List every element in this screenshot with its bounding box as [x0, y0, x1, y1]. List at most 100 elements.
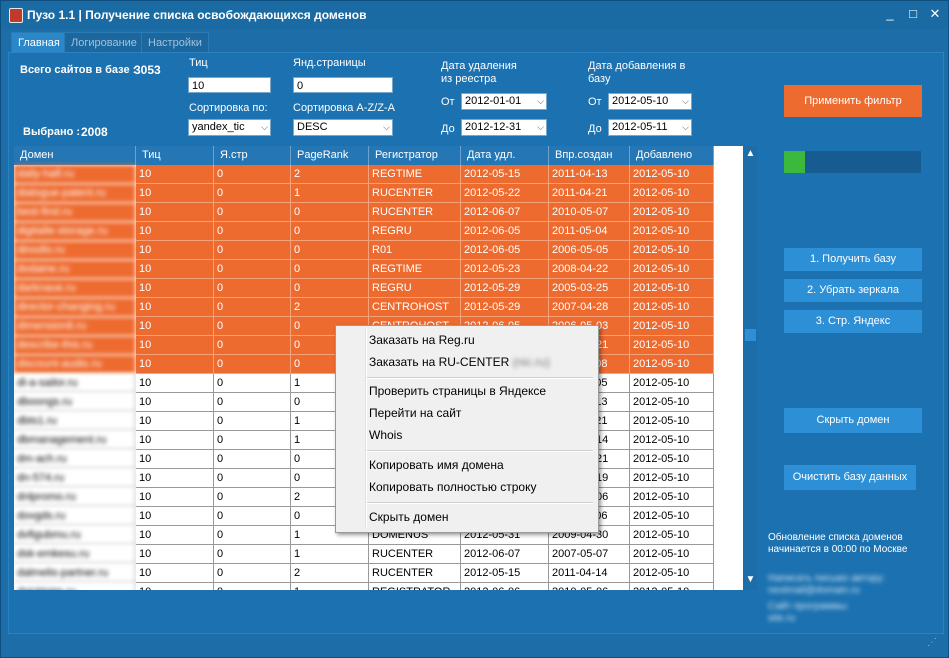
cell-domain: best-find.ru — [14, 203, 136, 222]
table-row[interactable]: director-changing.ru 10 0 2 CENTROHOST 2012-0… — [14, 298, 714, 317]
tab-main[interactable]: Главная — [11, 32, 67, 53]
window-title: Пузо 1.1 | Получение списка освобождающи… — [27, 8, 367, 22]
menu-item-check-yandex[interactable]: Проверить страницы в Яндексе — [336, 380, 596, 402]
remove-mirrors-button[interactable]: 2. Убрать зеркала — [784, 279, 922, 302]
cell-added: 2012-05-10 — [630, 298, 714, 317]
menu-item-hide-domain[interactable]: Скрыть домен — [336, 506, 596, 528]
add-from-date[interactable]: 2012-05-10 ⌵ — [608, 93, 692, 110]
maximize-button[interactable]: □ — [903, 5, 923, 23]
cell-tic: 10 — [136, 507, 214, 526]
cell-tic: 10 — [136, 184, 214, 203]
cell-yandex-pages: 0 — [214, 431, 291, 450]
menu-item-order-rucenter[interactable]: Заказать на RU-CENTER (nic.ru) — [336, 351, 596, 373]
delete-from-date[interactable]: 2012-01-01 ⌵ — [461, 93, 547, 110]
cell-added: 2012-05-10 — [630, 450, 714, 469]
table-row[interactable]: dialogue-patent.ru 10 0 1 RUCENTER 2012-05-22… — [14, 184, 714, 203]
menu-item-suffix: (nic.ru) — [512, 355, 550, 369]
resize-grip-icon[interactable]: ⋰ — [927, 637, 939, 649]
column-header-tic[interactable]: Тиц — [136, 146, 214, 165]
cell-registrar: RUCENTER — [369, 184, 461, 203]
cell-pagerank: 0 — [291, 279, 369, 298]
table-row[interactable]: dalmelis-partner.ru 10 0 2 RUCENTER 2012-05-1… — [14, 564, 714, 583]
table-row[interactable]: dinodis.ru 10 0 0 R01 2012-06-05 2006-05-05 201… — [14, 241, 714, 260]
sort-direction-label: Сортировка A-Z/Z-A — [293, 102, 395, 114]
menu-item-open-site[interactable]: Перейти на сайт — [336, 402, 596, 424]
menu-item-order-regru[interactable]: Заказать на Reg.ru — [336, 329, 596, 351]
cell-added: 2012-05-10 — [630, 583, 714, 590]
context-menu: Заказать на Reg.ru Заказать на RU-CENTER… — [335, 325, 599, 533]
cell-delete-date: 2012-06-05 — [461, 222, 549, 241]
menu-item-copy-row[interactable]: Копировать полностью строку — [336, 476, 596, 498]
cell-created: 2010-05-07 — [549, 203, 630, 222]
app-icon — [9, 8, 23, 23]
clear-database-button[interactable]: Очистить базу данных — [784, 465, 916, 490]
yandex-pages-input[interactable]: 0 — [293, 77, 393, 93]
contact-email-link[interactable]: nextmail@domain.ru — [768, 585, 860, 596]
column-header-domain[interactable]: Домен — [14, 146, 136, 165]
table-row[interactable]: dsk-emkesu.ru 10 0 1 RUCENTER 2012-06-07 2007-… — [14, 545, 714, 564]
cell-domain: dodaine.ru — [14, 260, 136, 279]
cell-added: 2012-05-10 — [630, 222, 714, 241]
cell-yandex-pages: 0 — [214, 583, 291, 590]
table-row[interactable]: digitalle-storage.ru 10 0 0 REGRU 2012-06-05 2… — [14, 222, 714, 241]
column-header-created[interactable]: Впр.создан — [549, 146, 630, 165]
column-header-pagerank[interactable]: PageRank — [291, 146, 369, 165]
tic-input[interactable]: 10 — [188, 77, 271, 93]
column-header-added[interactable]: Добавлено — [630, 146, 714, 165]
column-header-delete-date[interactable]: Дата удл. — [461, 146, 549, 165]
apply-filter-button[interactable]: Применить фильтр — [784, 85, 922, 117]
table-row[interactable]: daily-half.ru 10 0 2 REGTIME 2012-05-15 2011-0… — [14, 165, 714, 184]
cell-created: 2007-04-28 — [549, 298, 630, 317]
yandex-pages-button[interactable]: 3. Стр. Яндекс — [784, 310, 922, 333]
cell-pagerank: 1 — [291, 583, 369, 590]
table-row[interactable]: best-find.ru 10 0 0 RUCENTER 2012-06-07 2010-0… — [14, 203, 714, 222]
scrollbar-thumb[interactable] — [745, 329, 756, 341]
cell-added: 2012-05-10 — [630, 184, 714, 203]
cell-added: 2012-05-10 — [630, 374, 714, 393]
total-sites-value: 3053 — [134, 63, 161, 77]
column-header-registrar[interactable]: Регистратор — [369, 146, 461, 165]
progress-fill — [784, 151, 805, 173]
cell-tic: 10 — [136, 526, 214, 545]
table-row[interactable]: dpicktaim.ru1001REGISTRATOR2012-06-06201… — [14, 583, 714, 590]
cell-yandex-pages: 0 — [214, 374, 291, 393]
progress-bar — [784, 151, 921, 173]
sort-direction-select[interactable]: DESC ⌵ — [293, 119, 393, 136]
cell-created: 2011-05-04 — [549, 222, 630, 241]
cell-domain: discount-audio.ru — [14, 355, 136, 374]
cell-added: 2012-05-10 — [630, 488, 714, 507]
close-button[interactable]: ✕ — [925, 5, 945, 23]
menu-item-copy-domain[interactable]: Копировать имя домена — [336, 454, 596, 476]
scroll-down-icon[interactable]: ▼ — [745, 574, 756, 586]
delete-to-label: До — [441, 123, 455, 135]
delete-to-date[interactable]: 2012-12-31 ⌵ — [461, 119, 547, 136]
cell-yandex-pages: 0 — [214, 393, 291, 412]
cell-created: 2005-03-25 — [549, 279, 630, 298]
add-to-date[interactable]: 2012-05-11 ⌵ — [608, 119, 692, 136]
add-to-label: До — [588, 123, 602, 135]
cell-yandex-pages: 0 — [214, 488, 291, 507]
minimize-button[interactable]: _ — [880, 5, 900, 23]
site-link[interactable]: site.ru — [768, 613, 795, 624]
cell-tic: 10 — [136, 355, 214, 374]
sort-label: Сортировка по: — [189, 102, 268, 114]
column-header-yandex-pages[interactable]: Я.стр — [214, 146, 291, 165]
tab-settings[interactable]: Настройки — [141, 32, 209, 53]
tab-logging[interactable]: Логирование — [64, 32, 144, 53]
get-base-button[interactable]: 1. Получить базу — [784, 248, 922, 271]
table-scrollbar[interactable]: ▲ ▼ — [743, 146, 757, 590]
table-row[interactable]: dodaine.ru 10 0 0 REGTIME 2012-05-23 2008-04-2… — [14, 260, 714, 279]
cell-domain: darknaue.ru — [14, 279, 136, 298]
table-row[interactable]: darknaue.ru 10 0 0 REGRU 2012-05-29 2005-03-25… — [14, 279, 714, 298]
menu-item-whois[interactable]: Whois — [336, 424, 596, 446]
scroll-up-icon[interactable]: ▲ — [745, 148, 756, 160]
cell-created: 2006-05-05 — [549, 241, 630, 260]
cell-tic: 10 — [136, 450, 214, 469]
chevron-down-icon: ⌵ — [537, 122, 544, 132]
delete-from-value: 2012-01-01 — [465, 95, 522, 107]
hide-domain-button[interactable]: Скрыть домен — [784, 408, 922, 433]
cell-tic: 10 — [136, 298, 214, 317]
sort-select[interactable]: yandex_tic ⌵ — [188, 119, 271, 136]
cell-pagerank: 0 — [291, 241, 369, 260]
cell-domain: digitalle-storage.ru — [14, 222, 136, 241]
